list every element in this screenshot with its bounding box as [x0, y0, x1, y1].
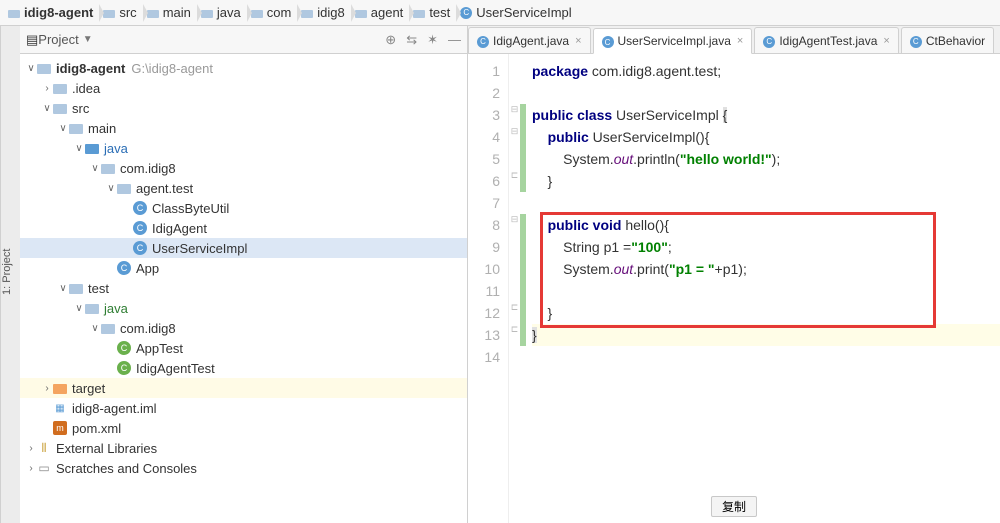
- class-icon: C: [910, 33, 922, 48]
- code-line[interactable]: }: [532, 170, 1000, 192]
- folder-icon: [8, 8, 20, 18]
- project-panel: ▤ Project ▼ ⊕ ⇆ ✶ — ∨ idig8-agentG:\idig…: [20, 26, 468, 523]
- editor-tab[interactable]: C IdigAgent.java ×: [468, 27, 591, 53]
- folder-icon: [103, 8, 115, 18]
- folder-icon: [355, 8, 367, 18]
- breadcrumb-item[interactable]: agent: [351, 0, 410, 25]
- code-line[interactable]: System.out.println("hello world!");: [532, 148, 1000, 170]
- breadcrumb-label: src: [119, 5, 136, 20]
- class-icon: C: [763, 33, 775, 48]
- tab-label: IdigAgentTest.java: [779, 34, 877, 48]
- tree-src[interactable]: ∨src: [20, 98, 467, 118]
- breadcrumb-label: idig8-agent: [24, 5, 93, 20]
- project-panel-title: Project: [38, 32, 78, 47]
- line-gutter: 1234567891011121314: [468, 54, 508, 523]
- tab-label: IdigAgent.java: [493, 34, 569, 48]
- folder-icon: [201, 8, 213, 18]
- editor-tab[interactable]: C IdigAgentTest.java ×: [754, 27, 899, 53]
- gear-icon[interactable]: ✶: [427, 32, 438, 48]
- tree-idigagent[interactable]: CIdigAgent: [20, 218, 467, 238]
- breadcrumb-item[interactable]: com: [247, 0, 298, 25]
- code-area[interactable]: package com.idig8.agent.test; public clas…: [526, 54, 1000, 523]
- breadcrumb-label: test: [429, 5, 450, 20]
- expand-icon[interactable]: ⇆: [406, 32, 417, 48]
- tree-java[interactable]: ∨java: [20, 138, 467, 158]
- code-line[interactable]: }: [532, 302, 1000, 324]
- code-editor[interactable]: 1234567891011121314 ⊟⊟⊏⊟⊏⊏ package com.i…: [468, 54, 1000, 523]
- editor-tab[interactable]: C UserServiceImpl.java ×: [593, 28, 753, 54]
- code-line[interactable]: [532, 82, 1000, 104]
- tree-userserviceimpl[interactable]: CUserServiceImpl: [20, 238, 467, 258]
- tree-app[interactable]: CApp: [20, 258, 467, 278]
- tree-extlib[interactable]: ›⫴External Libraries: [20, 438, 467, 458]
- tree-scratch[interactable]: ›▭Scratches and Consoles: [20, 458, 467, 478]
- project-tree[interactable]: ∨ idig8-agentG:\idig8-agent ›.idea ∨src …: [20, 54, 467, 523]
- tree-idea[interactable]: ›.idea: [20, 78, 467, 98]
- folder-icon: C: [460, 7, 472, 19]
- folder-icon: [413, 8, 425, 18]
- folder-icon: [301, 8, 313, 18]
- breadcrumb-label: UserServiceImpl: [476, 5, 571, 20]
- fold-bar[interactable]: ⊟⊟⊏⊟⊏⊏: [508, 54, 520, 523]
- tree-iml[interactable]: ▦idig8-agent.iml: [20, 398, 467, 418]
- code-line[interactable]: package com.idig8.agent.test;: [532, 60, 1000, 82]
- code-line[interactable]: public class UserServiceImpl {: [532, 104, 1000, 126]
- tree-comidig82[interactable]: ∨com.idig8: [20, 318, 467, 338]
- editor-tabs: CIdigAgent.java×CUserServiceImpl.java×CI…: [468, 26, 1000, 54]
- project-toolwindow-stripe[interactable]: 1: Project: [0, 26, 20, 523]
- project-view-dropdown[interactable]: ▼: [83, 34, 93, 45]
- tab-label: CtBehavior: [926, 34, 985, 48]
- breadcrumb-label: com: [267, 5, 292, 20]
- code-line[interactable]: public UserServiceImpl(){: [532, 126, 1000, 148]
- copy-button[interactable]: 复制: [711, 496, 757, 517]
- class-icon: C: [602, 34, 614, 49]
- breadcrumb-item[interactable]: idig8: [297, 0, 350, 25]
- tree-apptest[interactable]: CAppTest: [20, 338, 467, 358]
- code-line[interactable]: [532, 280, 1000, 302]
- tree-main[interactable]: ∨main: [20, 118, 467, 138]
- close-icon[interactable]: ×: [883, 35, 889, 47]
- folder-icon: [147, 8, 159, 18]
- breadcrumb-label: idig8: [317, 5, 344, 20]
- close-icon[interactable]: ×: [575, 35, 581, 47]
- tree-target[interactable]: ›target: [20, 378, 467, 398]
- breadcrumb-label: java: [217, 5, 241, 20]
- code-line[interactable]: String p1 ="100";: [532, 236, 1000, 258]
- breadcrumb-item[interactable]: src: [99, 0, 142, 25]
- tree-test[interactable]: ∨test: [20, 278, 467, 298]
- breadcrumb-label: main: [163, 5, 191, 20]
- code-line[interactable]: System.out.print("p1 = "+p1);: [532, 258, 1000, 280]
- folder-icon: [251, 8, 263, 18]
- close-icon[interactable]: ×: [737, 35, 743, 47]
- project-icon: ▤: [26, 32, 38, 48]
- breadcrumb-item[interactable]: main: [143, 0, 197, 25]
- class-icon: C: [477, 33, 489, 48]
- tree-idigagenttest[interactable]: CIdigAgentTest: [20, 358, 467, 378]
- tree-agenttest[interactable]: ∨agent.test: [20, 178, 467, 198]
- editor-tab[interactable]: C CtBehavior: [901, 27, 994, 53]
- breadcrumb: idig8-agent src main java com idig8 agent test C…: [0, 0, 1000, 26]
- tree-classbyteutil[interactable]: CClassByteUtil: [20, 198, 467, 218]
- tree-java2[interactable]: ∨java: [20, 298, 467, 318]
- tree-comidig8[interactable]: ∨com.idig8: [20, 158, 467, 178]
- code-line[interactable]: }: [532, 324, 1000, 346]
- breadcrumb-label: agent: [371, 5, 404, 20]
- breadcrumb-item[interactable]: idig8-agent: [4, 0, 99, 25]
- tab-label: UserServiceImpl.java: [618, 34, 731, 48]
- project-panel-header: ▤ Project ▼ ⊕ ⇆ ✶ —: [20, 26, 467, 54]
- breadcrumb-item[interactable]: C UserServiceImpl: [456, 0, 577, 25]
- breadcrumb-item[interactable]: java: [197, 0, 247, 25]
- code-line[interactable]: [532, 192, 1000, 214]
- code-line[interactable]: [532, 346, 1000, 368]
- locate-icon[interactable]: ⊕: [385, 32, 396, 48]
- code-line[interactable]: public void hello(){: [532, 214, 1000, 236]
- tree-pom[interactable]: mpom.xml: [20, 418, 467, 438]
- breadcrumb-item[interactable]: test: [409, 0, 456, 25]
- tree-root[interactable]: ∨ idig8-agentG:\idig8-agent: [20, 58, 467, 78]
- minimize-icon[interactable]: —: [448, 32, 461, 48]
